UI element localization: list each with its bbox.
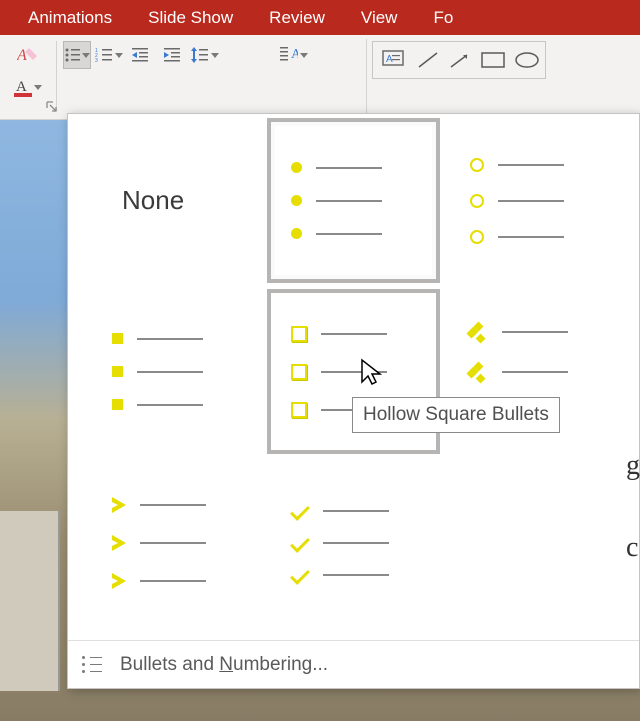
rectangle-shape-icon[interactable] bbox=[481, 52, 505, 68]
oval-shape-icon[interactable] bbox=[515, 52, 539, 68]
filled-round-icon bbox=[291, 162, 302, 173]
arrow-icon bbox=[112, 497, 126, 513]
svg-text:A: A bbox=[17, 47, 27, 64]
bullet-option-hollow-round[interactable] bbox=[446, 118, 619, 283]
line-spacing-button[interactable] bbox=[191, 41, 219, 69]
bullets-button[interactable] bbox=[63, 41, 91, 69]
line-shape-icon[interactable] bbox=[417, 51, 439, 69]
none-label: None bbox=[122, 185, 184, 216]
slide-image bbox=[0, 511, 60, 691]
clear-formatting-button[interactable]: A bbox=[14, 41, 42, 69]
bullet-option-filled-square[interactable] bbox=[88, 289, 261, 454]
dialog-launcher-icon[interactable] bbox=[46, 101, 60, 115]
hollow-square-icon bbox=[291, 326, 307, 342]
svg-text:A: A bbox=[386, 54, 393, 65]
svg-text:3: 3 bbox=[95, 58, 98, 63]
ribbon-tabs: Animations Slide Show Review View Fo bbox=[0, 0, 640, 35]
bullet-option-checkmark[interactable] bbox=[267, 460, 440, 625]
arrow-shape-icon[interactable] bbox=[449, 51, 471, 69]
tab-review[interactable]: Review bbox=[251, 8, 343, 28]
mouse-cursor-icon bbox=[360, 358, 386, 388]
svg-text:A: A bbox=[16, 79, 27, 95]
tab-view[interactable]: View bbox=[343, 8, 416, 28]
bullets-and-numbering-item[interactable]: Bullets and Numbering... bbox=[68, 640, 639, 688]
tab-format[interactable]: Fo bbox=[415, 8, 471, 28]
four-diamonds-icon bbox=[470, 323, 488, 341]
bullet-option-filled-round[interactable] bbox=[267, 118, 440, 283]
svg-text:A: A bbox=[291, 47, 298, 62]
ribbon-toolbar: A A 123 A bbox=[0, 35, 640, 120]
font-color-button[interactable]: A bbox=[14, 73, 42, 101]
tab-slide-show[interactable]: Slide Show bbox=[130, 8, 251, 28]
hollow-round-icon bbox=[470, 158, 484, 172]
numbering-button[interactable]: 123 bbox=[95, 41, 123, 69]
text-direction-button[interactable]: A bbox=[280, 41, 308, 69]
tab-animations[interactable]: Animations bbox=[10, 8, 130, 28]
bullet-option-none[interactable]: None bbox=[88, 118, 261, 283]
tooltip: Hollow Square Bullets bbox=[352, 397, 560, 433]
bullet-option-arrow[interactable] bbox=[88, 460, 261, 625]
slide-body-text: gc bbox=[626, 400, 640, 614]
bullet-gallery: None bbox=[68, 114, 639, 629]
checkmark-icon bbox=[290, 501, 310, 521]
textbox-button[interactable]: A bbox=[379, 46, 407, 74]
bullets-and-numbering-label: Bullets and Numbering... bbox=[120, 654, 328, 676]
increase-indent-button[interactable] bbox=[159, 41, 187, 69]
bullets-list-icon bbox=[82, 656, 102, 673]
filled-square-icon bbox=[112, 333, 123, 344]
decrease-indent-button[interactable] bbox=[127, 41, 155, 69]
